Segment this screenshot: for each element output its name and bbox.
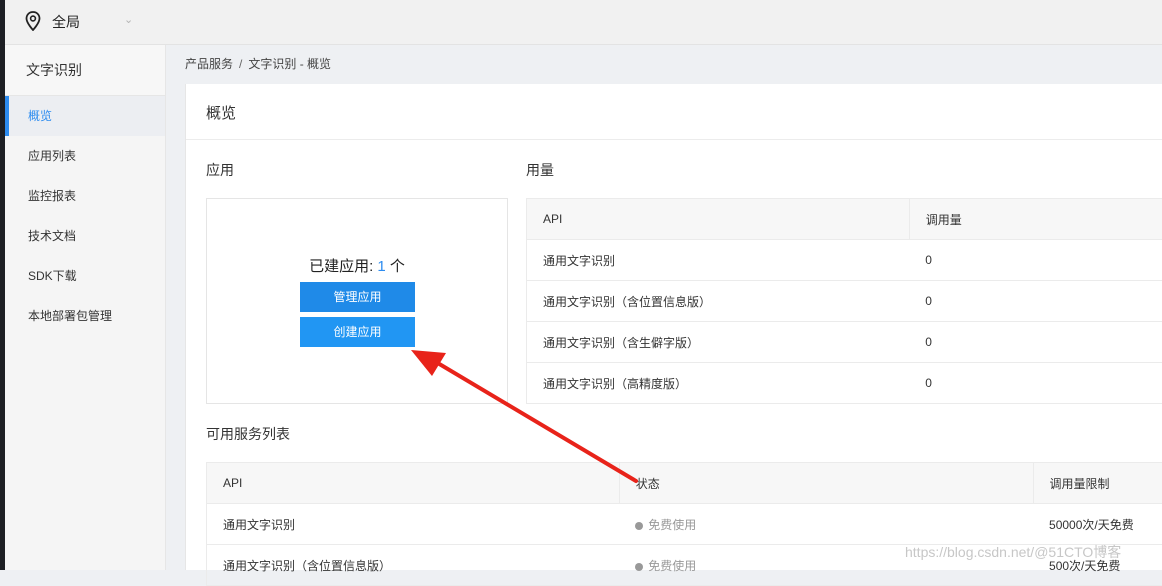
region-selector[interactable]: 全局 bbox=[52, 12, 80, 32]
table-row: 通用文字识别（含位置信息版）0 bbox=[527, 281, 1162, 322]
apps-card: 已建应用: 1 个 管理应用 创建应用 bbox=[206, 198, 508, 404]
column-header: 状态 bbox=[619, 463, 1033, 504]
status-cell: 免费使用 bbox=[619, 504, 1033, 545]
column-header: API bbox=[527, 199, 910, 240]
quota-cell: 50000次/天免费 bbox=[1033, 504, 1162, 545]
column-header: 调用量限制 bbox=[1033, 463, 1162, 504]
api-name-cell: 通用文字识别（含生僻字版） bbox=[527, 322, 910, 363]
sidebar-item-docs[interactable]: 技术文档 bbox=[5, 216, 165, 256]
api-name-cell: 通用文字识别（含位置信息版） bbox=[207, 545, 620, 586]
table-row: 通用文字识别0 bbox=[527, 240, 1162, 281]
app-count-number: 1 bbox=[377, 258, 385, 275]
sidebar-item-sdk[interactable]: SDK下载 bbox=[5, 256, 165, 296]
api-name-cell: 通用文字识别（含位置信息版） bbox=[527, 281, 910, 322]
status-dot-icon bbox=[635, 563, 643, 571]
breadcrumb-separator: / bbox=[239, 57, 242, 71]
page-title: 概览 bbox=[206, 102, 236, 123]
table-row: 通用文字识别 免费使用 50000次/天免费 bbox=[207, 504, 1162, 545]
call-count-cell: 0 bbox=[909, 363, 1162, 404]
table-header-row: API 调用量 bbox=[527, 199, 1162, 240]
app-count-suffix: 个 bbox=[386, 258, 405, 275]
create-app-button[interactable]: 创建应用 bbox=[300, 317, 415, 347]
api-name-cell: 通用文字识别（高精度版） bbox=[527, 363, 910, 404]
app-count-prefix: 已建应用: bbox=[309, 258, 377, 275]
sidebar-item-app-list[interactable]: 应用列表 bbox=[5, 136, 165, 176]
call-count-cell: 0 bbox=[909, 281, 1162, 322]
page-header: 概览 bbox=[186, 84, 1162, 140]
breadcrumb-current: 文字识别 - 概览 bbox=[248, 57, 331, 71]
top-bar: 全局 ⌄ bbox=[5, 0, 1162, 45]
column-header: 调用量 bbox=[909, 199, 1162, 240]
apps-section-title: 应用 bbox=[206, 160, 234, 180]
api-name-cell: 通用文字识别 bbox=[527, 240, 910, 281]
sidebar-item-monitoring[interactable]: 监控报表 bbox=[5, 176, 165, 216]
status-dot-icon bbox=[635, 522, 643, 530]
column-header: API bbox=[207, 463, 620, 504]
status-text: 免费使用 bbox=[648, 518, 696, 532]
location-pin-icon bbox=[25, 11, 41, 31]
status-text: 免费使用 bbox=[648, 559, 696, 573]
services-table: API 状态 调用量限制 通用文字识别 免费使用 50000次/天免费 通用文字… bbox=[206, 462, 1162, 586]
usage-table: API 调用量 通用文字识别0 通用文字识别（含位置信息版）0 通用文字识别（含… bbox=[526, 198, 1162, 404]
sidebar-title: 文字识别 bbox=[5, 45, 165, 96]
breadcrumb-parent[interactable]: 产品服务 bbox=[185, 57, 233, 71]
api-name-cell: 通用文字识别 bbox=[207, 504, 620, 545]
app-count: 已建应用: 1 个 bbox=[207, 255, 507, 276]
sidebar-item-overview[interactable]: 概览 bbox=[5, 96, 165, 136]
main-panel: 概览 应用 用量 已建应用: 1 个 管理应用 创建应用 API 调用量 通用文… bbox=[185, 84, 1162, 570]
usage-section-title: 用量 bbox=[526, 160, 554, 180]
call-count-cell: 0 bbox=[909, 322, 1162, 363]
manage-apps-button[interactable]: 管理应用 bbox=[300, 282, 415, 312]
chevron-down-icon[interactable]: ⌄ bbox=[124, 13, 133, 26]
breadcrumb: 产品服务 / 文字识别 - 概览 bbox=[185, 55, 331, 72]
services-section-title: 可用服务列表 bbox=[206, 424, 290, 444]
sidebar: 文字识别 概览 应用列表 监控报表 技术文档 SDK下载 本地部署包管理 bbox=[5, 45, 166, 570]
watermark: https://blog.csdn.net/@51CTO博客 bbox=[905, 542, 1121, 562]
table-row: 通用文字识别（高精度版）0 bbox=[527, 363, 1162, 404]
sidebar-item-local-deploy[interactable]: 本地部署包管理 bbox=[5, 296, 165, 336]
table-row: 通用文字识别（含生僻字版）0 bbox=[527, 322, 1162, 363]
table-header-row: API 状态 调用量限制 bbox=[207, 463, 1162, 504]
call-count-cell: 0 bbox=[909, 240, 1162, 281]
